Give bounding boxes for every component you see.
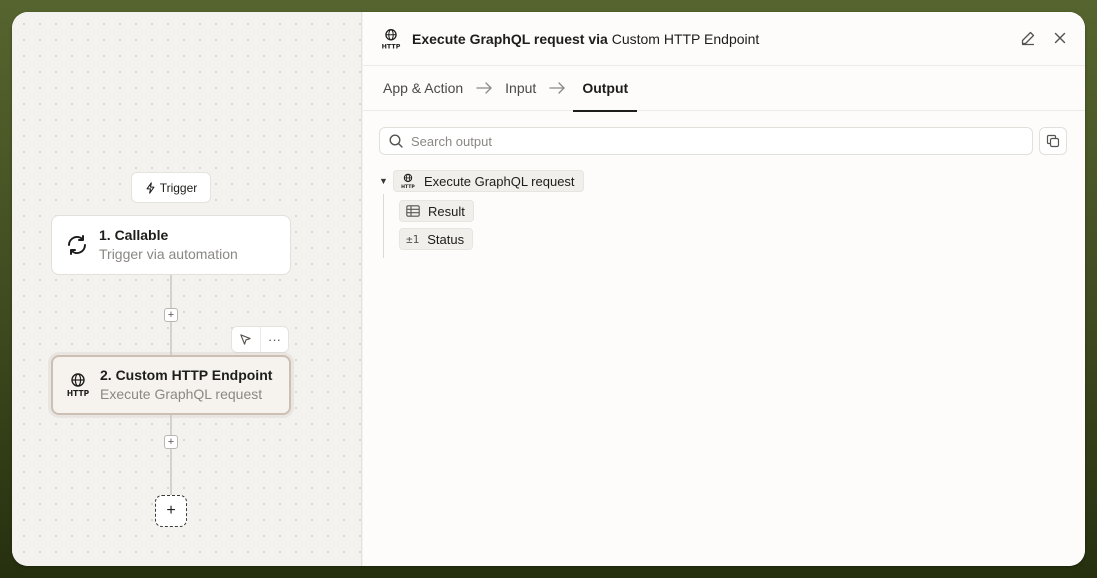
connector-line	[170, 414, 172, 496]
tab-input[interactable]: Input	[505, 66, 536, 111]
cursor-icon[interactable]	[232, 327, 260, 352]
output-label: Status	[427, 231, 465, 247]
panel-title-app: Custom HTTP Endpoint	[611, 30, 760, 47]
node-toolbar: ···	[231, 326, 289, 353]
panel-title: Execute GraphQL request via Custom HTTP …	[412, 31, 759, 47]
output-chip-status[interactable]: ±1 Status	[399, 228, 474, 250]
arrow-right-icon	[549, 82, 565, 94]
svg-text:HTTP: HTTP	[382, 43, 401, 50]
http-globe-icon: HTTP	[382, 28, 401, 50]
add-step-between-button[interactable]: +	[164, 308, 178, 322]
copy-icon	[1046, 134, 1060, 148]
close-icon[interactable]	[1051, 29, 1069, 47]
tab-output[interactable]: Output	[573, 66, 638, 112]
svg-text:HTTP: HTTP	[401, 184, 415, 189]
output-label: Result	[428, 203, 465, 219]
output-chip-root[interactable]: HTTP Execute GraphQL request	[393, 170, 584, 192]
arrow-right-icon	[476, 82, 492, 94]
tree-children: Result ±1 Status	[383, 194, 584, 258]
step-title: 1. Callable	[99, 227, 169, 243]
more-options-icon[interactable]: ···	[259, 327, 288, 352]
tab-app-action[interactable]: App & Action	[383, 66, 463, 111]
step-node-http[interactable]: HTTP 2. Custom HTTP Endpoint Execute Gra…	[51, 355, 291, 415]
step-detail-panel: HTTP Execute GraphQL request via Custom …	[363, 12, 1085, 566]
trigger-button[interactable]: Trigger	[131, 172, 211, 203]
add-step-button[interactable]: +	[155, 495, 187, 527]
search-icon	[389, 134, 403, 148]
workflow-canvas[interactable]: Trigger 1. Callable Trigger via automati…	[12, 12, 362, 566]
panel-title-action: Execute GraphQL request via	[412, 30, 608, 47]
table-icon	[406, 205, 420, 217]
output-label: Execute GraphQL request	[424, 173, 575, 189]
svg-text:HTTP: HTTP	[67, 389, 90, 398]
edit-icon[interactable]	[1019, 29, 1037, 47]
http-globe-icon: HTTP	[65, 372, 91, 398]
app-window: Trigger 1. Callable Trigger via automati…	[12, 12, 1085, 566]
output-tree: ▼ HTTP Execute GraphQL request Result ±1…	[379, 170, 584, 258]
trigger-label: Trigger	[159, 180, 198, 195]
step-tabs: App & Action Input Output	[363, 66, 1085, 112]
search-input[interactable]	[411, 133, 991, 149]
caret-down-icon[interactable]: ▼	[379, 176, 393, 186]
add-step-between-button[interactable]: +	[164, 435, 178, 449]
sync-icon	[64, 232, 90, 258]
step-node-callable[interactable]: 1. Callable Trigger via automation	[51, 215, 291, 275]
step-title: 2. Custom HTTP Endpoint	[100, 367, 273, 383]
number-type-icon: ±1	[406, 232, 420, 246]
step-subtitle: Trigger via automation	[99, 246, 238, 262]
step-subtitle: Execute GraphQL request	[100, 386, 263, 402]
search-output-field	[379, 127, 1033, 155]
output-chip-result[interactable]: Result	[399, 200, 474, 222]
copy-button[interactable]	[1039, 127, 1067, 155]
panel-header: HTTP Execute GraphQL request via Custom …	[363, 12, 1085, 66]
lightning-icon	[146, 181, 155, 194]
http-globe-icon: HTTP	[400, 173, 416, 189]
tree-node-root[interactable]: ▼ HTTP Execute GraphQL request	[379, 170, 584, 192]
